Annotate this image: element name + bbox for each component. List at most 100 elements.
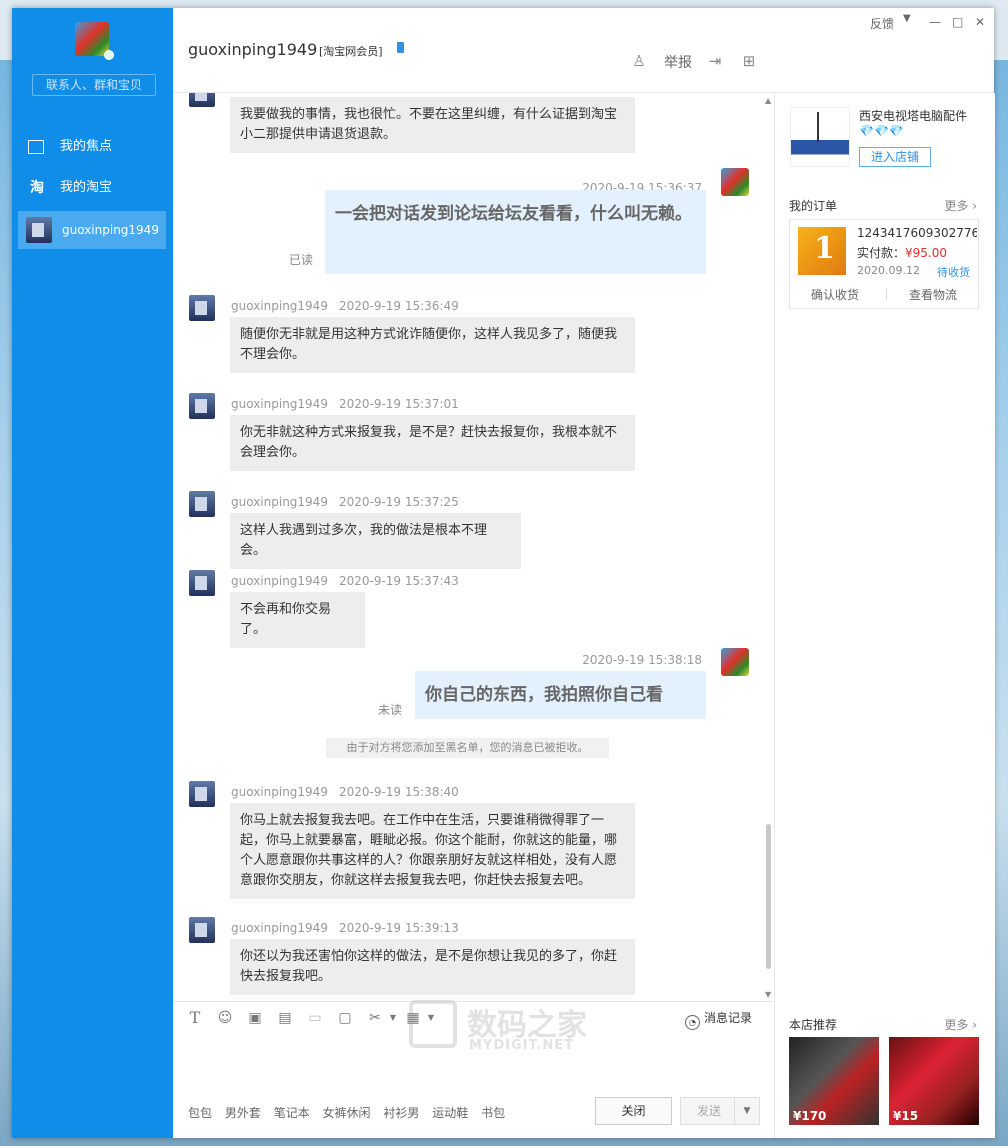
scroll-down-icon[interactable]: ▼ — [765, 990, 771, 999]
member-tag: [淘宝网会员] — [319, 45, 383, 58]
emoji-icon[interactable]: ☺ — [216, 1010, 234, 1026]
sender-avatar[interactable] — [189, 295, 215, 321]
font-icon[interactable]: T — [186, 1010, 204, 1026]
tag-item[interactable]: 运动鞋 — [432, 1106, 468, 1120]
folder-icon[interactable]: ▤ — [276, 1010, 294, 1026]
recommend-price: ¥170 — [793, 1109, 827, 1123]
recommend-more-link[interactable]: 更多 › — [944, 1016, 977, 1033]
chevron-down-icon[interactable]: ▼ — [384, 1010, 402, 1026]
report-button[interactable]: 举报 — [664, 52, 692, 72]
sender-avatar[interactable] — [189, 393, 215, 419]
chat-scrollbar[interactable]: ▲ ▼ — [763, 96, 773, 1000]
sender-avatar[interactable] — [189, 917, 215, 943]
sender-avatar[interactable] — [189, 781, 215, 807]
image-icon[interactable]: ▣ — [246, 1010, 264, 1026]
order-status: 待收货 — [937, 266, 970, 279]
chat-window: 联系人、群和宝贝 我的焦点 淘 我的淘宝 guoxinping1949 guox… — [12, 8, 995, 1138]
tag-item[interactable]: 笔记本 — [274, 1106, 310, 1120]
maximize-icon[interactable]: □ — [952, 15, 963, 29]
message-bubble: 你无非就这种方式来报复我，是不是？赶快去报复你，我根本就不会理会你。 — [230, 415, 635, 471]
send-options-icon[interactable]: ▼ — [734, 1097, 760, 1125]
apps-grid-icon[interactable]: ⊞ — [740, 52, 758, 70]
enter-shop-button[interactable]: 进入店铺 — [859, 147, 931, 167]
chat-messages[interactable]: 我要做我的事情，我也很忙。不要在这里纠缠，有什么证据到淘宝小二那提供申请退货退款… — [173, 93, 773, 1001]
pay-label: 实付款： — [857, 246, 906, 260]
watermark-subtext: MYDIGIT.NET — [469, 1038, 574, 1053]
view-logistics-button[interactable]: 查看物流 — [909, 286, 957, 303]
message-bubble: 随便你无非就是用这种方式讹诈随便你，这样人我见多了，随便我不理会你。 — [230, 317, 635, 373]
orders-more-link[interactable]: 更多 › — [944, 197, 977, 214]
tag-item[interactable]: 女裤休闲 — [323, 1106, 371, 1120]
message-time: 2020-9-19 15:38:40 — [338, 785, 459, 799]
sidebar-item-label: guoxinping1949 — [62, 223, 159, 237]
close-icon[interactable]: ✕ — [975, 15, 985, 29]
scroll-thumb[interactable] — [766, 824, 771, 969]
sender-avatar[interactable] — [189, 491, 215, 517]
order-date: 2020.09.12 — [857, 264, 920, 277]
sidebar-item-focus[interactable]: 我的焦点 — [18, 128, 166, 166]
scroll-up-icon[interactable]: ▲ — [765, 96, 771, 105]
message-meta: guoxinping1949 2020-9-19 15:39:13 — [231, 921, 459, 935]
my-avatar[interactable] — [721, 168, 749, 196]
recommend-item[interactable]: ¥15 — [889, 1037, 979, 1125]
message-history-button[interactable]: ◔ 消息记录 — [685, 1009, 752, 1030]
sidebar: 联系人、群和宝贝 我的焦点 淘 我的淘宝 guoxinping1949 — [12, 8, 173, 1138]
sidebar-item-my-taobao[interactable]: 淘 我的淘宝 — [18, 169, 166, 207]
watermark-logo — [409, 1000, 457, 1048]
message-time: 2020-9-19 15:37:01 — [338, 397, 459, 411]
message-time: 2020-9-19 15:39:13 — [338, 921, 459, 935]
remote-icon[interactable]: ▭ — [306, 1010, 324, 1026]
sidebar-item-label: 我的淘宝 — [60, 180, 113, 195]
divider — [886, 288, 887, 300]
tag-item[interactable]: 衬衫男 — [383, 1106, 419, 1120]
feedback-link[interactable]: 反馈 — [870, 15, 894, 32]
scissors-icon[interactable]: ✂ — [366, 1010, 384, 1026]
sender-avatar[interactable] — [189, 93, 215, 107]
more-label: 更多 — [944, 1018, 969, 1032]
message-time: 2020-9-19 15:38:18 — [582, 653, 702, 667]
message-bubble: 你还以为我还害怕你这样的做法，是不是你想让我见的多了，你赶快去报复我吧。 — [230, 939, 635, 995]
confirm-receipt-button[interactable]: 确认收货 — [811, 286, 859, 303]
tag-item[interactable]: 男外套 — [225, 1106, 261, 1120]
sidebar-item-label: 我的焦点 — [60, 139, 113, 154]
mobile-icon — [397, 42, 404, 53]
send-button[interactable]: 发送 — [680, 1097, 738, 1125]
minimize-icon[interactable]: — — [929, 15, 941, 29]
order-payment: 实付款：¥95.00 — [857, 244, 947, 261]
order-card[interactable]: 1243417609302776 实付款：¥95.00 2020.09.12 待… — [789, 219, 979, 309]
contact-name: guoxinping1949 — [188, 40, 318, 59]
chat-header: guoxinping1949 [淘宝网会员] 反馈 ▼ — □ ✕ ♙ 举报 ⇥… — [173, 8, 994, 93]
history-label: 消息记录 — [704, 1011, 753, 1025]
message-time: 2020-9-19 15:37:43 — [338, 574, 459, 588]
sender-name: guoxinping1949 — [231, 495, 328, 509]
sender-name: guoxinping1949 — [231, 921, 328, 935]
add-contact-icon[interactable]: ♙ — [630, 52, 648, 70]
message-bubble: 你自己的东西，我拍照你自己看 — [415, 671, 706, 719]
tag-item[interactable]: 书包 — [481, 1106, 505, 1120]
pay-amount: ¥95.00 — [905, 246, 948, 260]
close-button[interactable]: 关闭 — [595, 1097, 672, 1125]
tag-item[interactable]: 包包 — [188, 1106, 212, 1120]
message-bubble: 这样人我遇到过多次，我的做法是根本不理会。 — [230, 513, 521, 569]
my-avatar[interactable] — [721, 648, 749, 676]
sidebar-item-contact[interactable]: guoxinping1949 — [18, 211, 166, 249]
sender-name: guoxinping1949 — [231, 397, 328, 411]
shop-rating-icon: 💎💎💎 — [859, 124, 904, 138]
shop-logo[interactable] — [790, 107, 850, 167]
my-avatar[interactable] — [75, 22, 109, 56]
share-icon[interactable]: ⇥ — [706, 52, 724, 70]
system-notice: 由于对方将您添加至黑名单，您的消息已被拒收。 — [326, 738, 609, 758]
contact-search-input[interactable]: 联系人、群和宝贝 — [32, 74, 156, 96]
message-meta: guoxinping1949 2020-9-19 15:36:49 — [231, 299, 459, 313]
comment-icon[interactable]: ▢ — [336, 1010, 354, 1026]
sender-name: guoxinping1949 — [231, 299, 328, 313]
menu-dropdown-icon[interactable]: ▼ — [903, 13, 911, 24]
recommend-item[interactable]: ¥170 — [789, 1037, 879, 1125]
shop-name[interactable]: 西安电视塔电脑配件 — [859, 107, 967, 124]
taobao-icon: 淘 — [30, 180, 44, 196]
online-status-icon — [104, 50, 114, 60]
message-meta: guoxinping1949 2020-9-19 15:37:01 — [231, 397, 459, 411]
sender-avatar[interactable] — [189, 570, 215, 596]
order-product-image[interactable] — [798, 227, 846, 275]
message-bubble: 你马上就去报复我去吧。在工作中在生活，只要谁稍微得罪了一起，你马上就要暴富，睚眦… — [230, 803, 635, 899]
